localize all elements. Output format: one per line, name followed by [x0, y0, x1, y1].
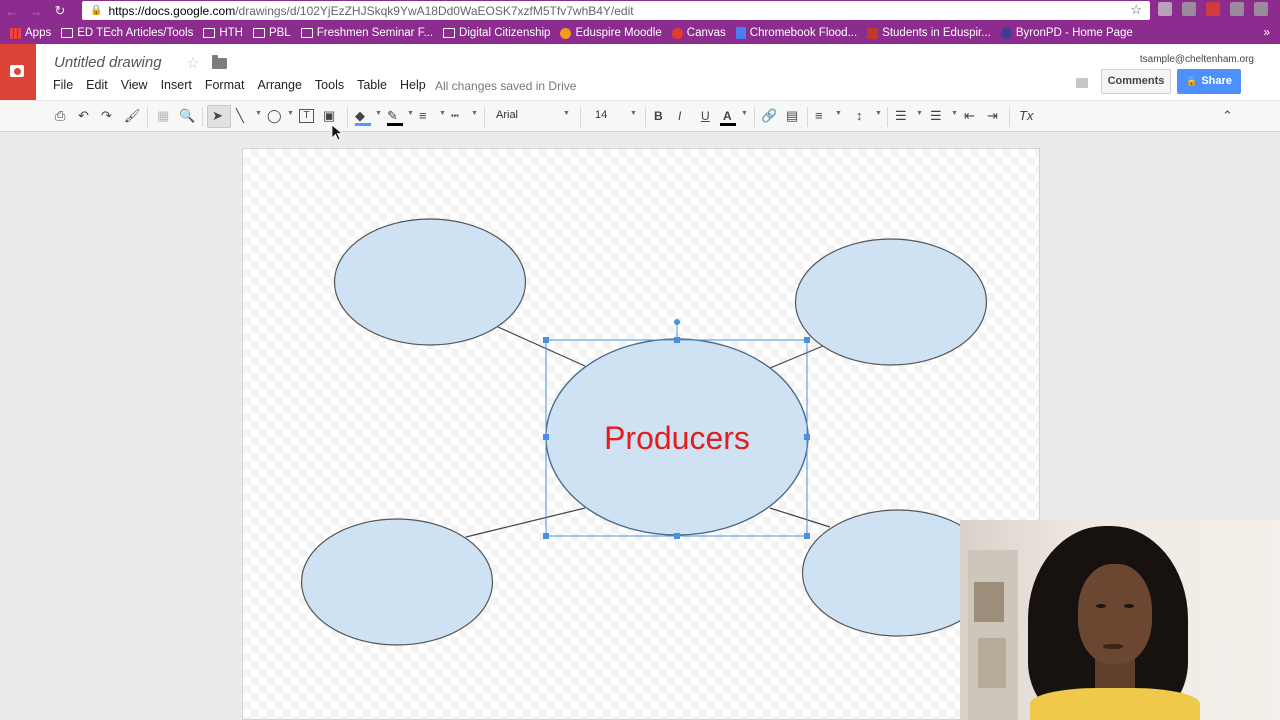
connector-line[interactable]: [769, 507, 831, 528]
resize-handle[interactable]: [804, 533, 810, 539]
connector-line[interactable]: [497, 326, 586, 367]
rotate-handle[interactable]: [674, 319, 680, 325]
webcam-overlay: [960, 520, 1280, 720]
connector-line[interactable]: [465, 507, 586, 538]
ellipse-top-left[interactable]: [333, 218, 527, 346]
ellipse-bottom-left[interactable]: [300, 518, 494, 646]
resize-handle[interactable]: [543, 533, 549, 539]
resize-handle[interactable]: [804, 337, 810, 343]
resize-handle[interactable]: [674, 533, 680, 539]
mouse-cursor-icon: [331, 124, 343, 141]
connector-line[interactable]: [769, 345, 824, 369]
resize-handle[interactable]: [543, 337, 549, 343]
producers-label[interactable]: Producers: [546, 420, 808, 457]
ellipse-top-right[interactable]: [794, 238, 988, 366]
resize-handle[interactable]: [674, 337, 680, 343]
